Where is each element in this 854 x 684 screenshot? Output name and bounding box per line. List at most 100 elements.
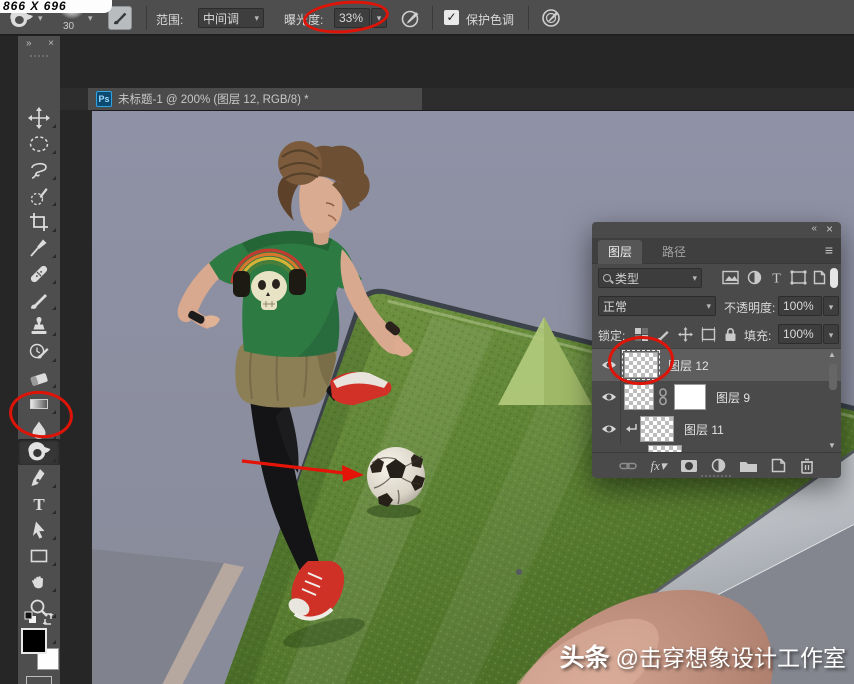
fill-input[interactable]: 100% [778,324,822,344]
visibility-eye-icon[interactable] [600,391,618,403]
lasso-tool[interactable] [18,157,60,183]
layer-name[interactable]: 图层 11 [684,421,724,438]
layer-thumbnail[interactable] [640,416,674,442]
layer-row-9[interactable]: 图层 9 [592,381,841,413]
path-selection-tool[interactable] [18,517,60,543]
default-swap-colors[interactable] [22,610,56,628]
filter-smart-objects-icon[interactable] [813,270,826,285]
spot-healing-brush-tool[interactable] [18,261,60,287]
brush-tool[interactable] [18,287,60,313]
panel-grip[interactable] [30,55,48,57]
scrollbar[interactable]: ▲ ▼ [827,350,839,450]
scrollbar-thumb[interactable] [829,364,837,390]
lock-position-icon[interactable] [678,327,693,342]
pen-tool[interactable] [18,465,60,491]
lock-artboard-icon[interactable] [700,327,717,342]
watermark-brand: 头条 [560,644,610,672]
elliptical-marquee-tool[interactable] [18,131,60,157]
brush-icon [112,10,128,26]
divider [620,413,621,445]
options-bar: ▾ 30 ▾ 范围: 中间调 ▾ 曝光度: 33% ▾ ✓ 保护色调 [0,0,854,36]
watermark-handle: @击穿想象设计工作室 [616,645,846,671]
filter-on-toggle[interactable] [830,268,838,288]
close-icon[interactable]: × [826,222,833,236]
tab-paths[interactable]: 路径 [652,240,696,264]
opacity-label: 不透明度: [724,299,775,316]
layer-thumbnail[interactable] [624,384,654,410]
lock-all-icon[interactable] [724,327,737,342]
range-dropdown[interactable]: 中间调 ▾ [198,8,264,28]
brush-picker-chevron[interactable]: ▾ [88,14,93,23]
tool-preset-chevron[interactable]: ▾ [38,14,43,23]
opacity-input[interactable]: 100% [778,296,822,316]
mask-link-icon[interactable] [658,388,668,406]
svg-text:T: T [33,495,45,514]
layer-filter-row: 类型 ▾ T [592,264,841,292]
eraser-tool[interactable] [18,365,60,391]
filter-type-dropdown[interactable]: 类型 ▾ [598,268,702,288]
separator [528,6,529,30]
opacity-dropdown-button[interactable]: ▾ [823,296,839,316]
chevron-down-icon: ▾ [706,302,711,311]
delete-layer-trash-icon[interactable] [800,458,814,474]
airbrush-toggle-icon[interactable] [400,7,422,29]
add-mask-icon[interactable] [680,459,698,473]
adjustment-layer-icon[interactable] [711,458,726,473]
search-icon [603,274,611,282]
blend-mode-value: 正常 [603,298,627,315]
layer-mask-thumbnail[interactable] [674,384,706,410]
type-tool[interactable]: T [18,491,60,517]
tools-panel-header: » × [18,38,60,51]
range-value: 中间调 [203,10,239,27]
scroll-down-icon[interactable]: ▼ [828,441,836,450]
layer-name[interactable]: 图层 9 [716,389,750,406]
layer-row-11[interactable]: 图层 11 [592,413,841,445]
chevron-down-icon: ▾ [829,302,834,312]
close-icon[interactable]: × [48,38,54,49]
crop-tool[interactable] [18,209,60,235]
clone-stamp-tool[interactable] [18,313,60,339]
filter-pixel-layers-icon[interactable] [722,270,739,285]
history-brush-tool[interactable] [18,339,60,365]
quick-selection-tool[interactable] [18,183,60,209]
collapse-panel-icon[interactable]: « [811,223,815,234]
fill-label: 填充: [744,327,771,344]
quick-mask-button[interactable] [26,676,52,684]
fill-dropdown-button[interactable]: ▾ [823,324,839,344]
layer-row-partial[interactable] [592,445,841,452]
move-tool[interactable] [18,105,60,131]
document-title: 未标题-1 @ 200% (图层 12, RGB/8) * [118,91,309,107]
visibility-eye-icon[interactable] [600,423,618,435]
hand-tool[interactable] [18,569,60,595]
separator [432,6,433,30]
layer-style-fx-icon[interactable]: fx▾ [651,458,667,474]
size-annotation: 866 X 696 [0,0,112,13]
expand-panel-icon[interactable]: » [26,38,32,49]
eyedropper-tool[interactable] [18,235,60,261]
range-label: 范围: [156,11,183,28]
document-tab[interactable]: Ps 未标题-1 @ 200% (图层 12, RGB/8) * [88,88,422,110]
rectangle-tool[interactable] [18,543,60,569]
link-layers-icon[interactable] [619,460,637,472]
panel-menu-icon[interactable]: ≡ [825,242,833,258]
pressure-size-toggle-icon[interactable] [540,7,562,29]
layers-panel-header: « × [592,222,841,238]
tab-layers[interactable]: 图层 [598,240,642,264]
new-group-icon[interactable] [739,459,758,473]
panel-resize-grip[interactable] [701,475,731,477]
blend-mode-dropdown[interactable]: 正常 ▾ [598,296,716,316]
filter-type-layers-icon[interactable]: T [770,270,783,285]
divider [620,381,621,413]
protect-tones-checkbox[interactable]: ✓ [444,10,459,25]
document-tab-strip: Ps 未标题-1 @ 200% (图层 12, RGB/8) * [60,88,854,110]
filter-shape-layers-icon[interactable] [790,270,807,285]
brush-panel-toggle-button[interactable] [108,6,132,30]
fill-value: 100% [783,327,814,341]
scroll-up-icon[interactable]: ▲ [828,350,836,359]
foreground-color-swatch[interactable] [21,628,47,654]
filter-adjustment-layers-icon[interactable] [747,270,762,285]
burn-tool[interactable] [18,439,60,465]
clipping-mask-arrow-icon [626,423,638,435]
new-layer-icon[interactable] [771,458,786,473]
layer-name[interactable]: 图层 12 [668,357,709,374]
